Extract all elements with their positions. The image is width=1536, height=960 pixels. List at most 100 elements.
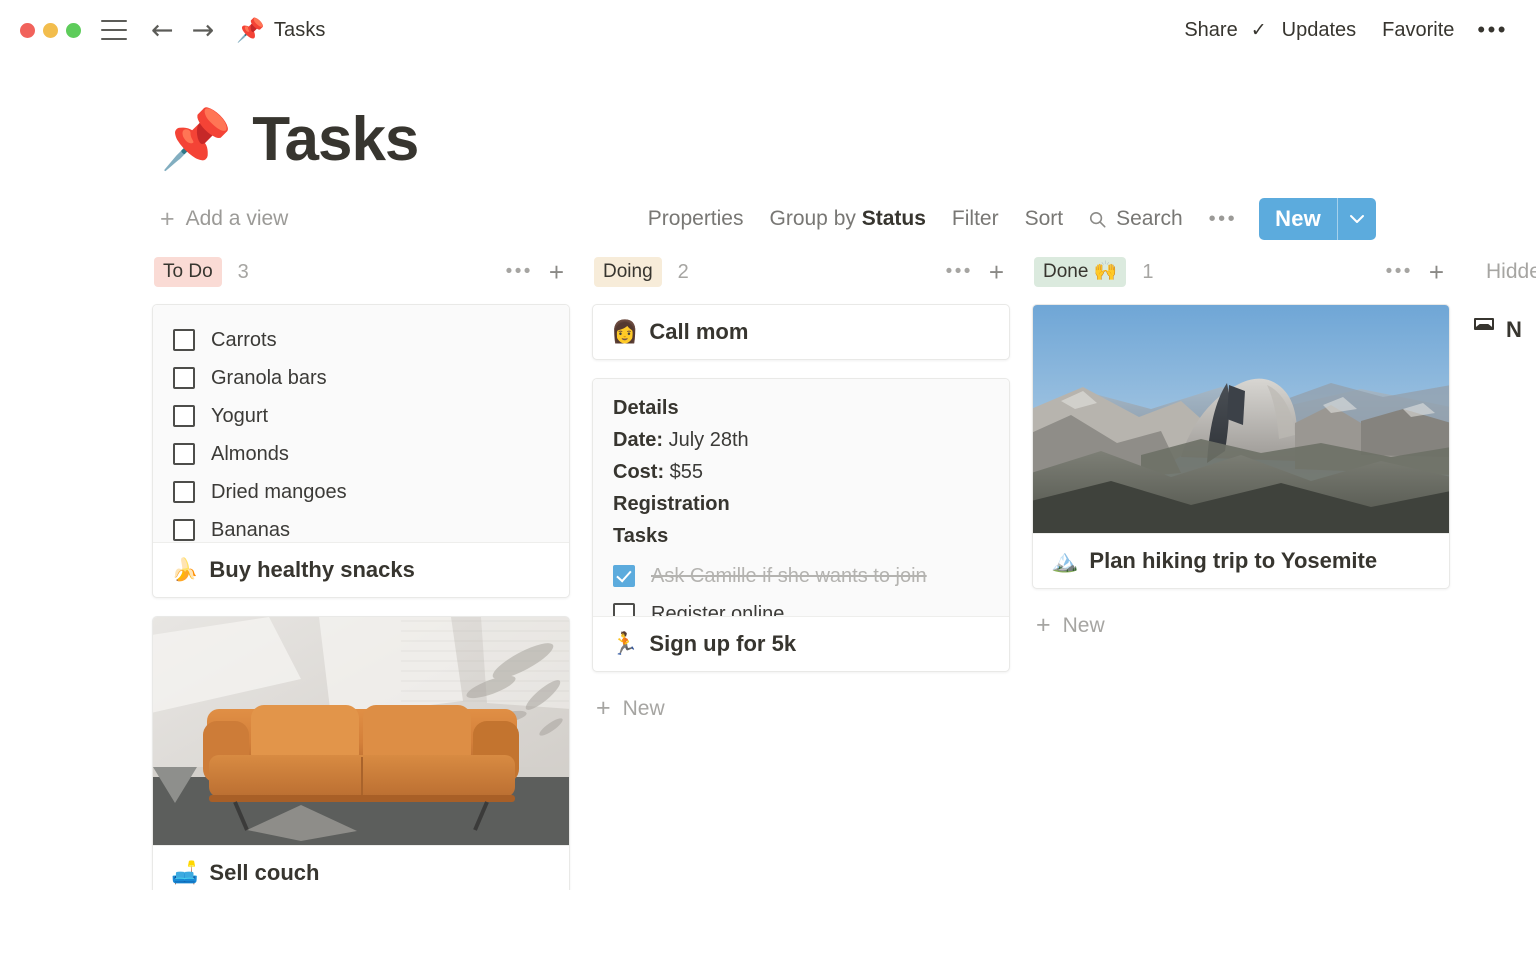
checklist-item[interactable]: Granola bars — [173, 359, 549, 397]
column-count: 2 — [678, 261, 689, 284]
date-label: Date: — [613, 429, 663, 451]
checklist-item-label: Carrots — [211, 329, 277, 352]
column-cards: 🏔️ Plan hiking trip to Yosemite + New — [1032, 294, 1450, 644]
sort-button[interactable]: Sort — [1012, 203, 1077, 235]
checkbox-checked[interactable] — [613, 565, 635, 587]
status-badge[interactable]: To Do — [154, 257, 222, 287]
card-title: 🍌 Buy healthy snacks — [153, 543, 569, 597]
checklist-item-label: Ask Camille if she wants to join — [651, 565, 927, 588]
new-button[interactable]: New — [1259, 198, 1376, 240]
filter-button[interactable]: Filter — [939, 203, 1012, 235]
checkbox[interactable] — [173, 443, 195, 465]
cost-label: Cost: — [613, 461, 664, 483]
mountain-icon: 🏔️ — [1051, 550, 1078, 572]
column-cards: Carrots Granola bars Yogurt Almonds — [152, 294, 570, 890]
column-add-card-icon[interactable]: + — [1429, 259, 1444, 285]
checklist-item[interactable]: Yogurt — [173, 397, 549, 435]
new-card-button-done[interactable]: + New — [1032, 607, 1450, 644]
card-call-mom[interactable]: 👩 Call mom — [592, 304, 1010, 360]
search-button[interactable]: Search — [1076, 203, 1195, 235]
card-sell-couch[interactable]: 🛋️ Sell couch — [152, 616, 570, 890]
checkbox[interactable] — [173, 519, 195, 541]
card-cover-image-couch — [153, 617, 569, 845]
checklist-item-label: Dried mangoes — [211, 481, 347, 504]
group-by-prefix: Group by — [770, 207, 862, 230]
cost-value: $55 — [670, 461, 703, 483]
hidden-card[interactable]: N — [1472, 294, 1536, 343]
checkbox[interactable] — [173, 367, 195, 389]
checkbox[interactable] — [173, 329, 195, 351]
board-column-to-do: To Do 3 ••• + Carrots — [152, 250, 592, 890]
status-badge[interactable]: Done 🙌 — [1034, 257, 1126, 287]
check-icon: ✓ — [1251, 19, 1267, 42]
page-body: 📌 Tasks + Add a view Properties Group by… — [0, 60, 1536, 890]
card-sign-up-for-5k[interactable]: Details Date: July 28th Cost: $55 Regist… — [592, 378, 1010, 672]
checkbox[interactable] — [173, 405, 195, 427]
group-by-value: Status — [862, 207, 926, 230]
checklist-item[interactable]: Dried mangoes — [173, 473, 549, 511]
checklist-item-label: Granola bars — [211, 367, 327, 390]
favorite-button[interactable]: Favorite — [1369, 15, 1467, 46]
new-button-label: New — [1259, 198, 1337, 240]
kanban-board: To Do 3 ••• + Carrots — [0, 250, 1536, 890]
close-window-button[interactable] — [20, 23, 35, 38]
registration-heading: Registration — [613, 493, 989, 516]
checklist-item-label: Almonds — [211, 443, 289, 466]
hidden-label[interactable]: Hidden — [1474, 260, 1536, 284]
checklist-item-label: Bananas — [211, 519, 290, 542]
column-actions: ••• + — [506, 259, 564, 285]
column-count: 1 — [1142, 261, 1153, 284]
card-title: 👩 Call mom — [593, 305, 1009, 359]
checklist-item[interactable]: Ask Camille if she wants to join — [613, 557, 989, 595]
checklist-item[interactable]: Carrots — [173, 321, 549, 359]
runner-icon: 🏃 — [611, 633, 638, 655]
column-add-card-icon[interactable]: + — [549, 259, 564, 285]
banana-icon: 🍌 — [171, 559, 198, 581]
checklist-item[interactable]: Bananas — [173, 511, 549, 543]
page-title: 📌 Tasks — [0, 60, 1536, 170]
status-badge[interactable]: Doing — [594, 257, 662, 287]
column-more-options-icon[interactable]: ••• — [946, 261, 973, 283]
add-a-view-button[interactable]: + Add a view — [160, 207, 288, 232]
back-arrow-icon[interactable]: ← — [151, 17, 174, 44]
minimize-window-button[interactable] — [43, 23, 58, 38]
updates-button[interactable]: Updates — [1269, 15, 1370, 46]
checklist-item[interactable]: Register online — [613, 595, 989, 617]
chevron-down-icon[interactable] — [1338, 198, 1376, 240]
view-more-options-icon[interactable]: ••• — [1195, 208, 1252, 231]
column-more-options-icon[interactable]: ••• — [1386, 261, 1413, 283]
card-plan-hiking-trip[interactable]: 🏔️ Plan hiking trip to Yosemite — [1032, 304, 1450, 589]
couch-icon: 🛋️ — [171, 862, 198, 884]
breadcrumb[interactable]: Tasks — [274, 19, 326, 42]
tasks-heading: Tasks — [613, 525, 989, 548]
plus-icon: + — [596, 696, 611, 721]
details-cost-line: Cost: $55 — [613, 461, 989, 484]
new-card-label: New — [1063, 614, 1105, 638]
column-actions: ••• + — [946, 259, 1004, 285]
column-more-options-icon[interactable]: ••• — [506, 261, 533, 283]
page-pushpin-icon[interactable]: 📌 — [160, 111, 232, 169]
page-title-text[interactable]: Tasks — [252, 109, 418, 171]
view-toolbar-actions: Properties Group by Status Filter Sort S… — [635, 198, 1376, 240]
card-preview-details: Details Date: July 28th Cost: $55 Regist… — [593, 379, 1009, 617]
checklist-item[interactable]: Almonds — [173, 435, 549, 473]
column-add-card-icon[interactable]: + — [989, 259, 1004, 285]
plus-icon: + — [160, 207, 175, 232]
card-title-text: Sell couch — [209, 860, 319, 886]
maximize-window-button[interactable] — [66, 23, 81, 38]
checkbox[interactable] — [613, 603, 635, 617]
checkbox[interactable] — [173, 481, 195, 503]
breadcrumb-pushpin-icon: 📌 — [236, 19, 265, 42]
sidebar-toggle-icon[interactable] — [101, 20, 127, 40]
forward-arrow-icon[interactable]: → — [192, 17, 215, 44]
card-title-text: Buy healthy snacks — [209, 557, 414, 583]
more-options-icon[interactable]: ••• — [1467, 17, 1514, 43]
board-column-doing: Doing 2 ••• + 👩 Call mom Details — [592, 250, 1032, 890]
group-by-button[interactable]: Group by Status — [757, 203, 939, 235]
checklist-item-label: Register online — [651, 603, 784, 618]
new-card-button-doing[interactable]: + New — [592, 690, 1010, 727]
properties-button[interactable]: Properties — [635, 203, 757, 235]
share-button[interactable]: Share — [1171, 15, 1250, 46]
details-heading: Details — [613, 397, 989, 420]
card-buy-healthy-snacks[interactable]: Carrots Granola bars Yogurt Almonds — [152, 304, 570, 598]
